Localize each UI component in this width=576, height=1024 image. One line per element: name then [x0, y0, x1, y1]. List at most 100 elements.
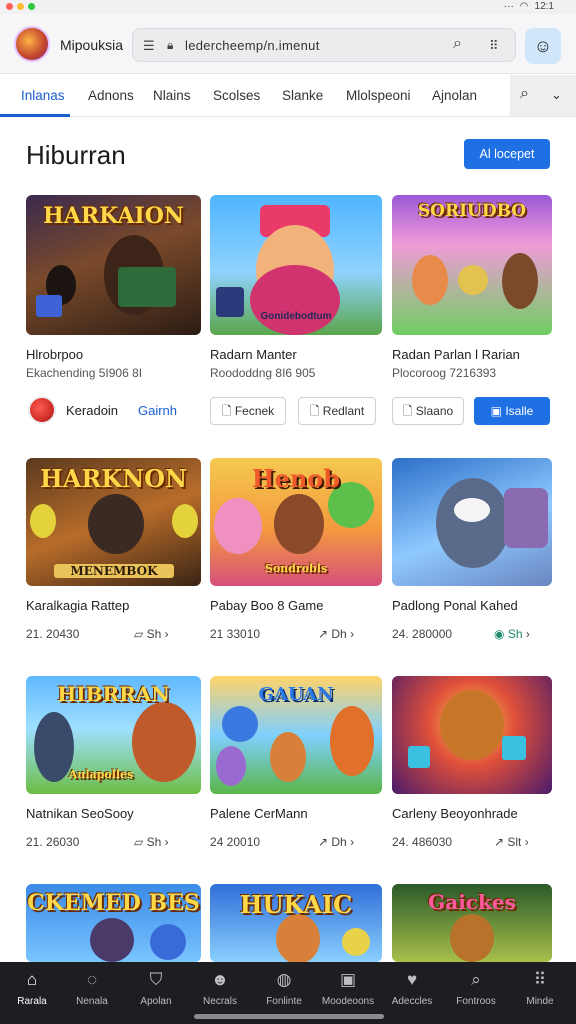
game-card-4-title[interactable]: Natnikan SeoSooy: [26, 806, 134, 821]
address-bar[interactable]: ☰ 🔒︎ ledercheemp/n.imenut ⌕ ⠿: [132, 28, 516, 62]
lock-icon: 🔒︎: [167, 38, 174, 52]
game-card-2-banner: Henob: [251, 464, 341, 493]
app-name: Mipouksia: [60, 37, 124, 53]
game-card-2-action[interactable]: ↗ Dh ›: [318, 627, 354, 641]
window-controls[interactable]: [6, 3, 35, 10]
tab-slanke[interactable]: Slanke: [282, 88, 323, 103]
publisher-link[interactable]: Gairnh: [138, 403, 177, 418]
game-card-7-image[interactable]: CKEMED BES: [26, 884, 201, 962]
close-dot-icon[interactable]: [6, 3, 13, 10]
nav-label: Necrals: [203, 996, 237, 1007]
publisher-button-1[interactable]: 🗋︎ Fecnek: [210, 397, 286, 425]
game-card-1-action[interactable]: ▱ Sh ›: [134, 627, 169, 641]
nav-item-nenala[interactable]: ◌ Nenala: [60, 962, 124, 1014]
game-card-5-image[interactable]: GAUAN: [210, 676, 382, 794]
file-icon: 🗋︎: [221, 404, 235, 418]
game-card-2-image[interactable]: Henob Sondrobls: [210, 458, 382, 586]
avatar[interactable]: ☺: [525, 28, 561, 64]
zoom-dot-icon[interactable]: [28, 3, 35, 10]
featured-card-2-title[interactable]: Radarn Manter: [210, 347, 297, 362]
game-card-9-image[interactable]: Gaickes: [392, 884, 552, 962]
game-card-2-action-label: Dh: [331, 627, 347, 641]
nav-item-minde[interactable]: ⠿ Minde: [508, 962, 572, 1014]
tab-mlolspeoni[interactable]: Mlolspeoni: [346, 88, 411, 103]
wifi-icon: ◠: [519, 1, 529, 12]
publisher-button-3-label: Slaano: [415, 404, 454, 418]
tab-adnons[interactable]: Adnons: [88, 88, 134, 103]
game-card-3-title[interactable]: Padlong Ponal Kahed: [392, 598, 518, 613]
file-icon: 🗋︎: [309, 404, 323, 418]
publisher-primary-button[interactable]: ▣ Isalle: [474, 397, 550, 425]
tab-nlains[interactable]: Nlains: [153, 88, 191, 103]
nav-item-apolan[interactable]: ⛉ Apolan: [124, 962, 188, 1014]
nav-item-rarala[interactable]: ⌂ Rarala: [0, 962, 64, 1014]
nav-item-adeccles[interactable]: ♥ Adeccles: [380, 962, 444, 1014]
minimize-dot-icon[interactable]: [17, 3, 24, 10]
nav-label: Apolan: [140, 996, 172, 1007]
search-icon[interactable]: ⌕: [520, 85, 529, 103]
game-card-9-banner: Gaickes: [428, 890, 516, 914]
game-card-1-count: 21. 20430: [26, 627, 80, 641]
grid-icon[interactable]: ⠿: [489, 38, 499, 54]
game-card-6-action[interactable]: ↗ Slt ›: [494, 835, 529, 849]
publisher-button-3[interactable]: 🗋︎ Slaano: [392, 397, 464, 425]
nav-item-moodeoons[interactable]: ▣ Moodeoons: [316, 962, 380, 1014]
nav-label: Adeccles: [391, 996, 433, 1007]
featured-card-2-image[interactable]: Gonidebodtum: [210, 195, 382, 335]
box-icon: ▣: [339, 970, 357, 989]
game-card-5-action[interactable]: ↗ Dh ›: [318, 835, 354, 849]
nav-item-fonlinte[interactable]: ◍ Fonlinte: [252, 962, 316, 1014]
signal-icon: ···: [503, 1, 514, 12]
tab-ajnolan[interactable]: Ajnolan: [432, 88, 477, 103]
game-card-1-ribbon: MENEMBOK: [54, 564, 174, 578]
featured-card-3-image[interactable]: SORIUDBO: [392, 195, 552, 335]
section-title: Hiburran: [26, 140, 126, 170]
game-card-3-action[interactable]: ◉ Sh ›: [494, 627, 530, 641]
chevron-down-icon[interactable]: ⌄: [551, 87, 562, 103]
game-card-7-banner: CKEMED BES: [27, 890, 200, 916]
publisher-logo[interactable]: [28, 396, 56, 424]
tab-inlanas[interactable]: Inlanas: [21, 88, 65, 103]
game-card-2-ribbon: Sondrobls: [264, 562, 328, 575]
menu-icon[interactable]: ☰: [143, 38, 155, 54]
check-circle-icon: ◉: [494, 627, 508, 641]
game-card-4-action[interactable]: ▱ Sh ›: [134, 835, 169, 849]
status-indicators: ··· ◠ 12:1: [504, 1, 554, 12]
file-icon: ▣: [490, 404, 506, 418]
home-indicator[interactable]: [194, 1014, 384, 1019]
game-card-6-count: 24. 486030: [392, 835, 453, 849]
chevron-right-icon: ›: [521, 835, 529, 849]
game-card-1-title[interactable]: Karalkagia Rattep: [26, 598, 129, 613]
search-icon[interactable]: ⌕: [453, 35, 462, 53]
game-card-3-image[interactable]: [392, 458, 552, 586]
url-text[interactable]: ledercheemp/n.imenut: [185, 38, 320, 53]
featured-card-1-banner: HARKAION: [42, 203, 184, 229]
app-logo[interactable]: [14, 26, 50, 62]
nav-label: Minde: [526, 996, 554, 1007]
globe-icon: ◍: [276, 970, 292, 989]
featured-card-3-subtitle: Plocoroog 7216393: [392, 366, 497, 380]
game-card-4-ribbon: Aulapolles: [68, 768, 134, 781]
game-card-6-image[interactable]: [392, 676, 552, 794]
bookmark-icon: ▱: [134, 627, 147, 641]
search-icon: ⌕: [471, 970, 481, 989]
featured-card-3-title[interactable]: Radan Parlan l Rarian: [392, 347, 520, 362]
publisher-button-2[interactable]: 🗋︎ Redlant: [298, 397, 376, 425]
game-card-1-image[interactable]: HARKNON MENEMBOK: [26, 458, 201, 586]
game-card-2-title[interactable]: Pabay Boo 8 Game: [210, 598, 323, 613]
featured-card-1-title[interactable]: Hlrobrpoo: [26, 347, 83, 362]
grid-icon: ⠿: [533, 970, 547, 989]
tab-scolses[interactable]: Scolses: [213, 88, 260, 103]
file-icon: 🗋︎: [402, 404, 416, 418]
featured-card-1-image[interactable]: HARKAION: [26, 195, 201, 335]
game-card-5-count: 24 20010: [210, 835, 261, 849]
trend-icon: ↗: [494, 835, 508, 849]
game-card-8-image[interactable]: HUKAIC: [210, 884, 382, 962]
nav-item-fontroos[interactable]: ⌕ Fontroos: [444, 962, 508, 1014]
tabs-actions: ⌕ ⌄: [510, 75, 576, 116]
game-card-5-title[interactable]: Palene CerMann: [210, 806, 308, 821]
nav-item-necrals[interactable]: ☻ Necrals: [188, 962, 252, 1014]
game-card-4-image[interactable]: HIBRRAN Aulapolles: [26, 676, 201, 794]
game-card-6-title[interactable]: Carleny Beoyonhrade: [392, 806, 518, 821]
see-all-button[interactable]: Al locepet: [464, 139, 550, 169]
